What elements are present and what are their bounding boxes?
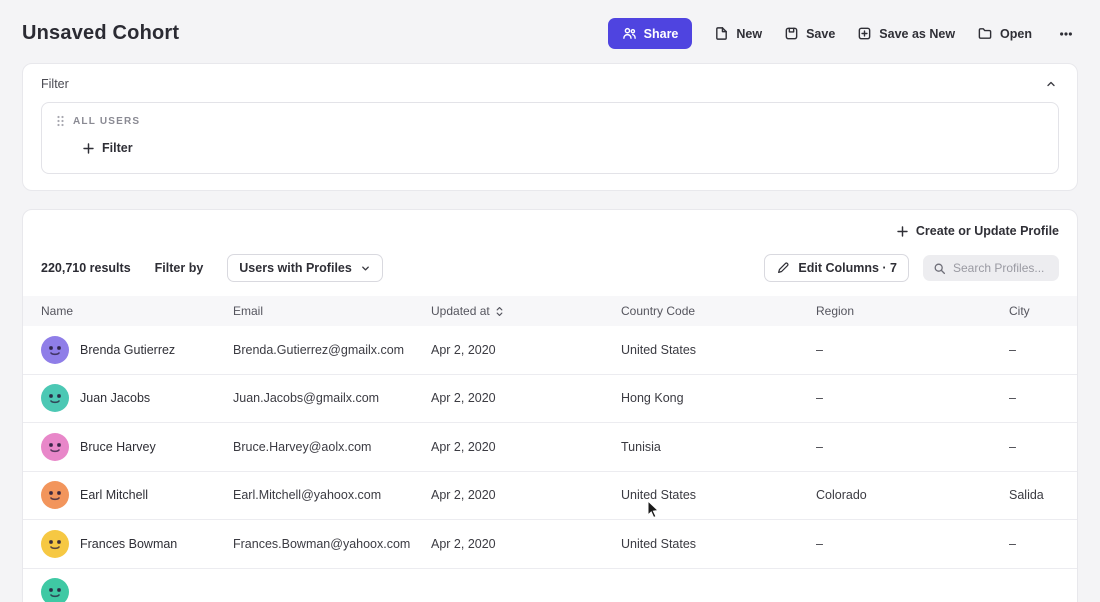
sort-icon [495, 306, 504, 317]
email-cell: Earl.Mitchell@yahoox.com [233, 488, 431, 502]
updated-at-cell: Apr 2, 2020 [431, 391, 621, 405]
city-cell: Salida [1009, 488, 1059, 502]
table-row[interactable]: Frances Bowman Frances.Bowman@yahoox.com… [23, 520, 1077, 569]
profile-name-cell [41, 578, 233, 602]
create-or-update-profile-button[interactable]: Create or Update Profile [896, 224, 1059, 238]
page-header: Unsaved Cohort Share New [0, 0, 1100, 63]
profile-name-cell: Brenda Gutierrez [41, 336, 233, 364]
column-header-region: Region [816, 304, 1009, 318]
save-icon [784, 26, 799, 41]
country-cell: Tunisia [621, 440, 816, 454]
column-header-updated-at[interactable]: Updated at [431, 304, 621, 318]
drag-handle-icon[interactable] [56, 115, 65, 127]
all-users-group: ALL USERS [56, 115, 1044, 127]
avatar [41, 433, 69, 461]
edit-columns-button[interactable]: Edit Columns · 7 [764, 254, 909, 282]
profile-name-cell: Earl Mitchell [41, 481, 233, 509]
open-button[interactable]: Open [977, 26, 1032, 41]
results-toolbar: 220,710 results Filter by Users with Pro… [23, 238, 1077, 296]
region-cell: Colorado [816, 488, 1009, 502]
avatar [41, 530, 69, 558]
plus-icon [82, 142, 95, 155]
updated-at-cell: Apr 2, 2020 [431, 440, 621, 454]
region-cell: – [816, 440, 1009, 454]
pencil-icon [776, 261, 790, 275]
column-header-country-code: Country Code [621, 304, 816, 318]
country-cell: United States [621, 343, 816, 357]
results-panel: Create or Update Profile 220,710 results… [22, 209, 1078, 602]
create-profile-row: Create or Update Profile [23, 224, 1077, 238]
filter-panel: Filter ALL USERS [22, 63, 1078, 191]
avatar [41, 336, 69, 364]
save-as-new-button[interactable]: Save as New [857, 26, 955, 41]
collapse-filter-button[interactable] [1043, 76, 1059, 92]
search-icon [933, 262, 946, 275]
avatar [41, 578, 69, 602]
more-options-button[interactable] [1054, 23, 1078, 45]
updated-at-cell: Apr 2, 2020 [431, 343, 621, 357]
region-cell: – [816, 537, 1009, 551]
email-cell: Brenda.Gutierrez@gmailx.com [233, 343, 431, 357]
filter-by-label: Filter by [155, 261, 204, 275]
filter-panel-title: Filter [41, 77, 69, 91]
table-row[interactable]: Juan Jacobs Juan.Jacobs@gmailx.com Apr 2… [23, 375, 1077, 424]
page-title: Unsaved Cohort [22, 22, 179, 45]
city-cell: – [1009, 391, 1059, 405]
country-cell: United States [621, 537, 816, 551]
toolbar-left: 220,710 results Filter by Users with Pro… [41, 254, 383, 282]
profile-name-cell: Bruce Harvey [41, 433, 233, 461]
table-row[interactable]: Earl Mitchell Earl.Mitchell@yahoox.com A… [23, 472, 1077, 521]
avatar [41, 481, 69, 509]
email-cell: Juan.Jacobs@gmailx.com [233, 391, 431, 405]
table-row[interactable] [23, 569, 1077, 602]
email-cell: Frances.Bowman@yahoox.com [233, 537, 431, 551]
avatar [41, 384, 69, 412]
new-document-icon [714, 26, 729, 41]
plus-icon [896, 225, 909, 238]
all-users-label: ALL USERS [73, 116, 140, 127]
email-cell: Bruce.Harvey@aolx.com [233, 440, 431, 454]
profiles-filter-dropdown[interactable]: Users with Profiles [227, 254, 383, 282]
column-header-email: Email [233, 304, 431, 318]
region-cell: – [816, 391, 1009, 405]
country-cell: United States [621, 488, 816, 502]
table-row[interactable]: Bruce Harvey Bruce.Harvey@aolx.com Apr 2… [23, 423, 1077, 472]
filter-group: ALL USERS Filter [41, 102, 1059, 174]
city-cell: – [1009, 343, 1059, 357]
search-profiles-input[interactable] [953, 261, 1049, 275]
region-cell: – [816, 343, 1009, 357]
updated-at-cell: Apr 2, 2020 [431, 488, 621, 502]
results-count: 220,710 results [41, 261, 131, 275]
save-as-new-icon [857, 26, 872, 41]
new-button[interactable]: New [714, 26, 762, 41]
city-cell: – [1009, 440, 1059, 454]
column-header-city: City [1009, 304, 1059, 318]
updated-at-cell: Apr 2, 2020 [431, 537, 621, 551]
table-row[interactable]: Brenda Gutierrez Brenda.Gutierrez@gmailx… [23, 326, 1077, 375]
more-options-icon [1058, 27, 1074, 41]
filter-panel-header: Filter [41, 76, 1059, 92]
chevron-up-icon [1045, 78, 1057, 90]
share-icon [622, 26, 637, 41]
open-folder-icon [977, 26, 993, 41]
profile-name-cell: Juan Jacobs [41, 384, 233, 412]
toolbar-right: Edit Columns · 7 [764, 254, 1059, 282]
save-button[interactable]: Save [784, 26, 835, 41]
chevron-down-icon [360, 263, 371, 274]
city-cell: – [1009, 537, 1059, 551]
profile-search [923, 255, 1059, 281]
add-filter-button[interactable]: Filter [82, 141, 133, 155]
profile-name-cell: Frances Bowman [41, 530, 233, 558]
share-button[interactable]: Share [608, 18, 693, 49]
column-header-name: Name [41, 304, 233, 318]
country-cell: Hong Kong [621, 391, 816, 405]
header-actions: Share New Save Save as [608, 18, 1078, 49]
table-header: Name Email Updated at Country Code Regio… [23, 296, 1077, 326]
